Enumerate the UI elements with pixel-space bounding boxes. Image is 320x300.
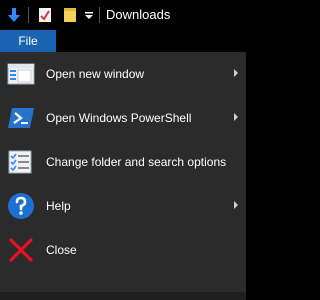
submenu-arrow-icon: [234, 201, 238, 209]
ribbon-tabs: File: [0, 30, 246, 52]
title-bar: Downloads: [0, 0, 246, 30]
customize-toolbar-icon[interactable]: [82, 5, 96, 25]
properties-icon[interactable]: [35, 5, 55, 25]
menu-item-label: Open new window: [46, 67, 145, 81]
title-divider: [99, 7, 100, 23]
tab-file[interactable]: File: [0, 30, 56, 52]
help-icon: [6, 192, 36, 220]
arrow-down-icon[interactable]: [4, 5, 24, 25]
menu-item-label: Open Windows PowerShell: [46, 111, 192, 125]
menu-item-change-folder-options[interactable]: Change folder and search options: [0, 140, 246, 184]
powershell-icon: [6, 104, 36, 132]
quick-access-divider: [28, 7, 29, 23]
new-window-icon: [6, 60, 36, 88]
window-title: Downloads: [106, 7, 171, 22]
menu-item-label: Help: [46, 199, 71, 213]
file-menu: Open new window Open Windows PowerShell: [0, 52, 246, 300]
menu-item-label: Change folder and search options: [46, 155, 227, 169]
menu-item-label: Close: [46, 243, 77, 257]
submenu-arrow-icon: [234, 69, 238, 77]
new-folder-icon[interactable]: [60, 5, 80, 25]
menu-item-open-powershell[interactable]: Open Windows PowerShell: [0, 96, 246, 140]
menu-item-help[interactable]: Help: [0, 184, 246, 228]
submenu-arrow-icon: [234, 113, 238, 121]
menu-footer: [0, 292, 246, 300]
menu-item-close[interactable]: Close: [0, 228, 246, 272]
menu-item-open-new-window[interactable]: Open new window: [0, 52, 246, 96]
folder-options-icon: [6, 148, 36, 176]
close-icon: [6, 236, 36, 264]
